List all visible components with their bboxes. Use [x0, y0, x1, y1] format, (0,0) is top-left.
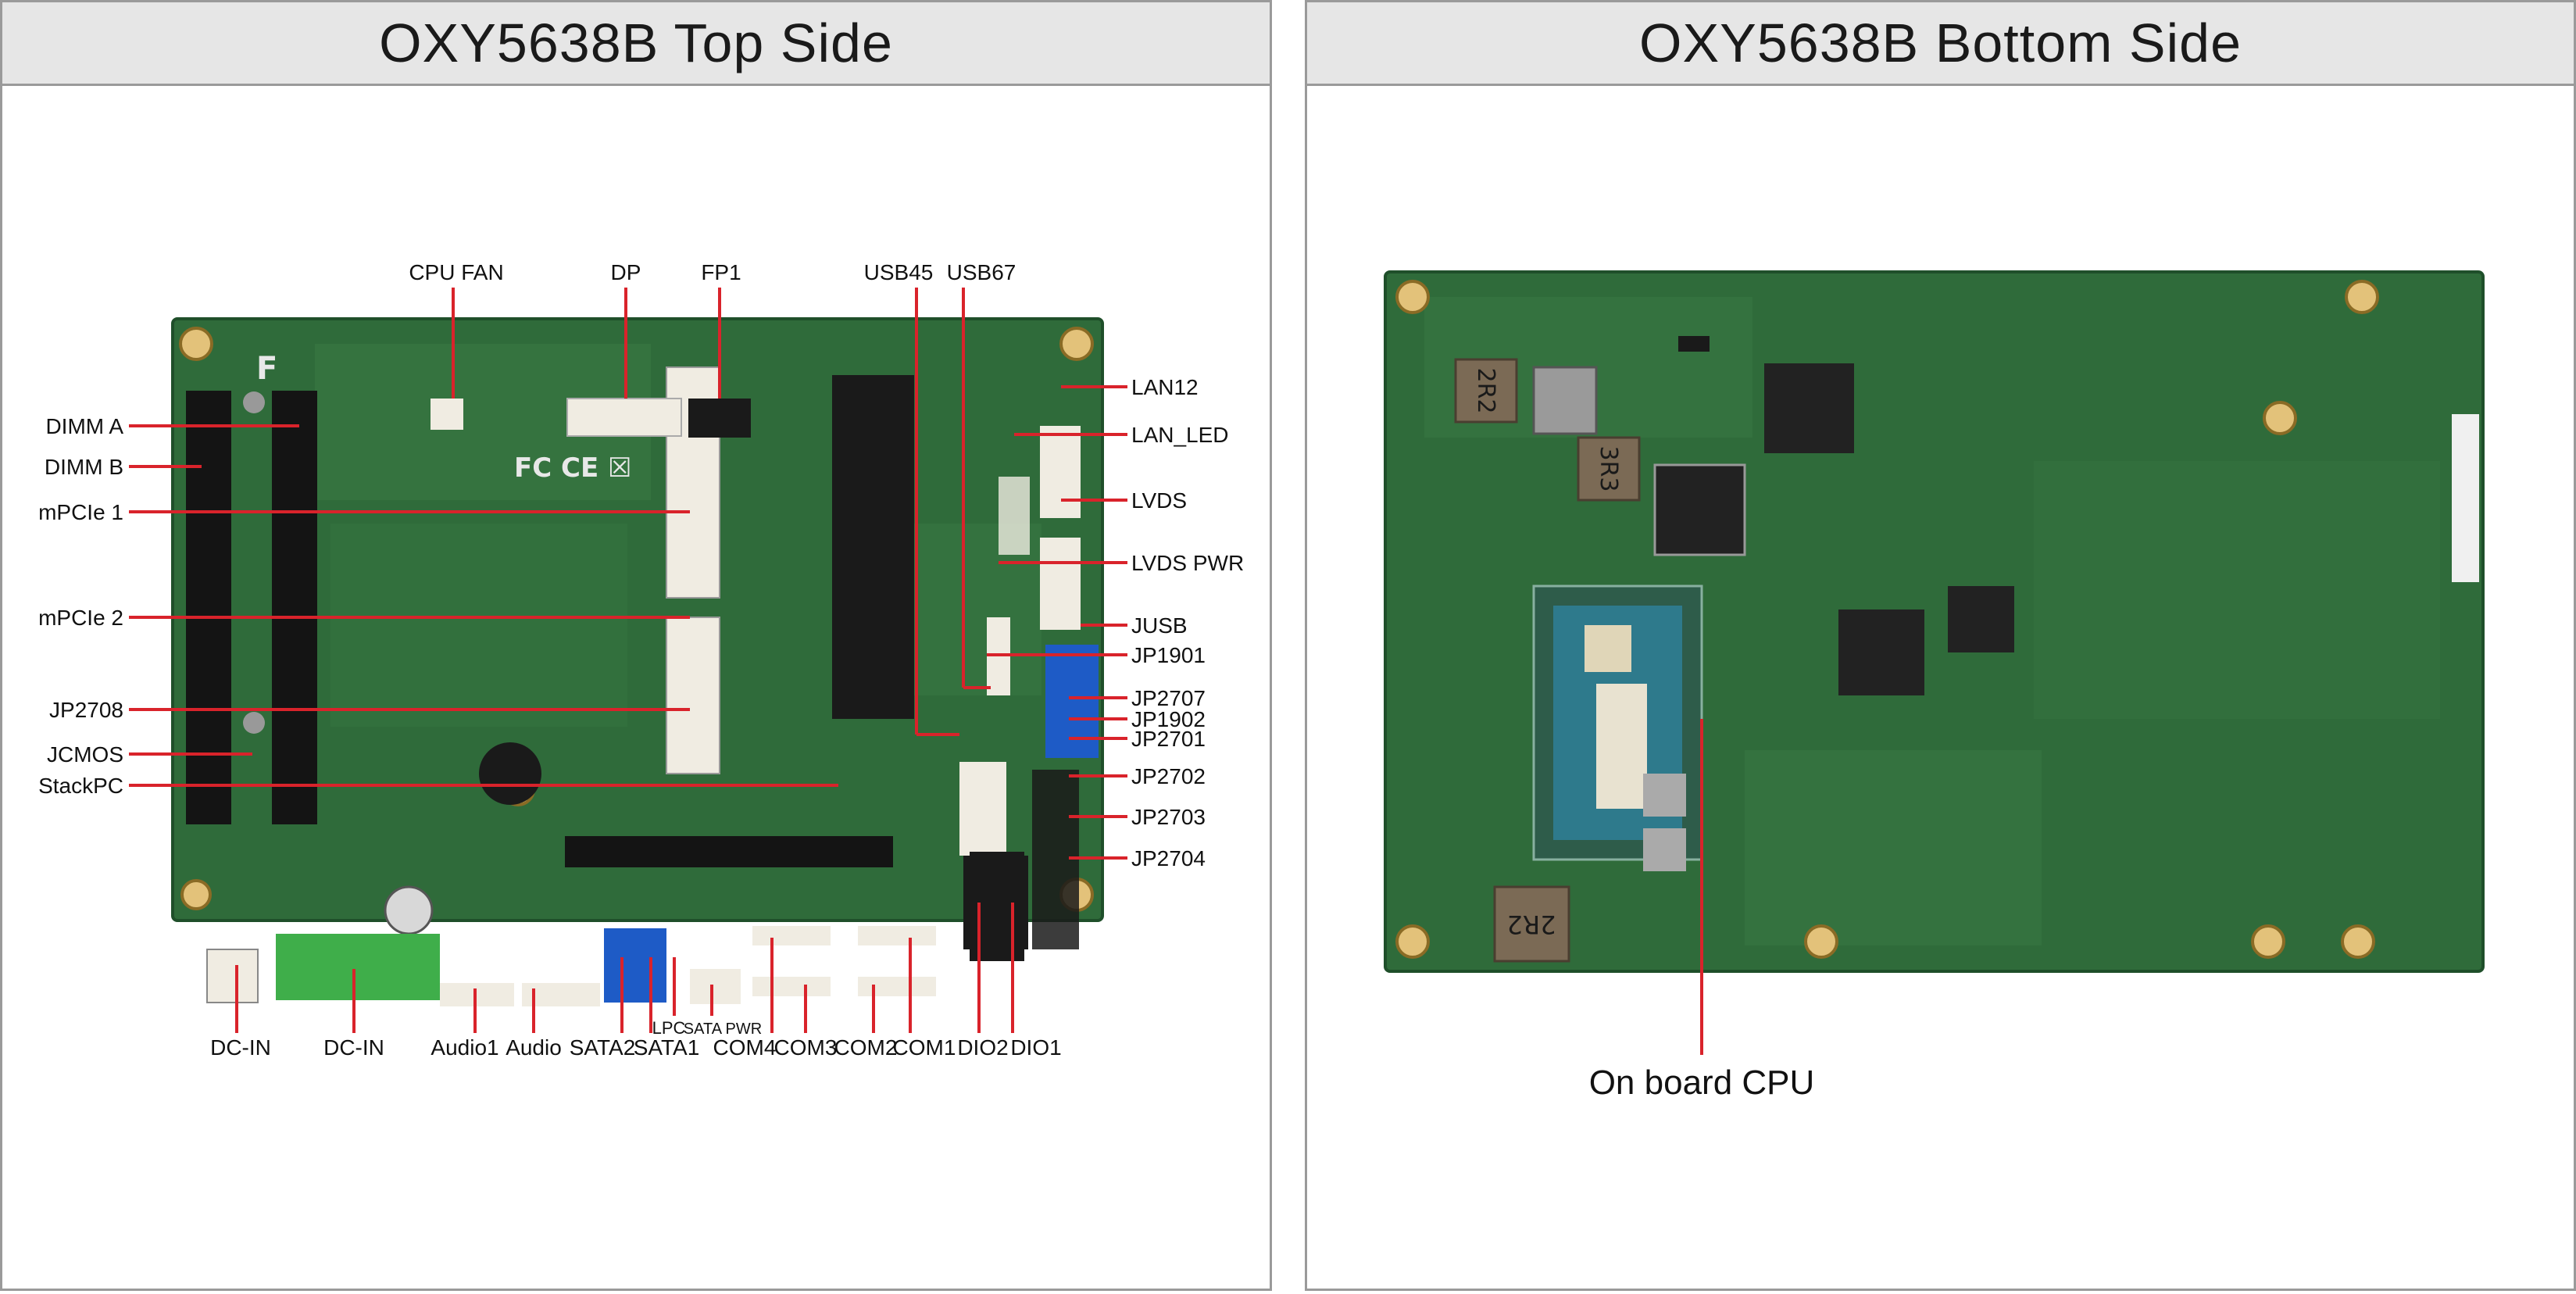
label-jp2702: JP2702 — [1131, 764, 1206, 788]
bottom-board: 2R2 3R3 2R2 — [1384, 270, 2485, 973]
bottom-side-panel: OXY5638B Bottom Side 2R2 3R3 2R2 On boar… — [1305, 0, 2576, 1291]
label-mpcie2: mPCIe 2 — [38, 606, 123, 630]
label-sata2: SATA2 — [570, 1035, 636, 1060]
label-lvds-pwr: LVDS PWR — [1131, 551, 1244, 575]
label-jp2704: JP2704 — [1131, 846, 1206, 870]
label-com3: COM3 — [774, 1035, 838, 1060]
label-jp2703: JP2703 — [1131, 805, 1206, 829]
label-dio2: DIO2 — [957, 1035, 1008, 1060]
label-audio: Audio — [506, 1035, 562, 1060]
label-audio1: Audio1 — [431, 1035, 498, 1060]
label-jusb: JUSB — [1131, 613, 1188, 638]
label-jcmos: JCMOS — [47, 742, 123, 767]
label-fp1: FP1 — [701, 260, 741, 284]
label-com2: COM2 — [834, 1035, 898, 1060]
label-com1: COM1 — [893, 1035, 956, 1060]
label-dcin-1: DC-IN — [210, 1035, 271, 1060]
label-dp: DP — [611, 260, 641, 284]
label-lan-led: LAN_LED — [1131, 423, 1229, 447]
label-dimm-a: DIMM A — [45, 414, 123, 438]
label-mpcie1: mPCIe 1 — [38, 500, 123, 524]
top-side-panel: OXY5638B Top Side F FC CE ☒ CPU FAN DP F… — [0, 0, 1272, 1291]
label-on-board-cpu: On board CPU — [1589, 1063, 1815, 1102]
top-side-diagram: F FC CE ☒ CPU FAN DP FP1 USB45 USB67 DIM… — [38, 260, 1244, 1060]
label-sata1: SATA1 — [634, 1035, 700, 1060]
label-stackpc: StackPC — [38, 774, 123, 798]
inductor-2r2-a: 2R2 — [1472, 367, 1499, 413]
label-jp1901: JP1901 — [1131, 643, 1206, 667]
bottom-side-body: 2R2 3R3 2R2 On board CPU — [1307, 86, 2574, 1289]
bottom-side-diagram: 2R2 3R3 2R2 On board CPU — [1384, 270, 2485, 1102]
label-dcin-2: DC-IN — [323, 1035, 384, 1060]
label-lpc: LPC — [652, 1018, 686, 1038]
label-lan12: LAN12 — [1131, 375, 1199, 399]
label-dio1: DIO1 — [1010, 1035, 1061, 1060]
inductor-2r2-b: 2R2 — [1507, 910, 1556, 939]
label-usb45: USB45 — [864, 260, 934, 284]
label-jp2708: JP2708 — [49, 698, 123, 722]
bottom-side-title: OXY5638B Bottom Side — [1307, 2, 2574, 86]
top-side-title: OXY5638B Top Side — [2, 2, 1270, 86]
label-usb67: USB67 — [947, 260, 1016, 284]
svg-text:FC CE ☒: FC CE ☒ — [514, 452, 632, 484]
label-jp2701: JP2701 — [1131, 727, 1206, 751]
label-cpu-fan: CPU FAN — [409, 260, 503, 284]
top-side-body: F FC CE ☒ CPU FAN DP FP1 USB45 USB67 DIM… — [2, 86, 1270, 1289]
label-dimm-b: DIMM B — [45, 455, 123, 479]
svg-text:F: F — [256, 351, 277, 387]
inductor-3r3: 3R3 — [1595, 445, 1622, 492]
label-com4: COM4 — [713, 1035, 777, 1060]
label-lvds: LVDS — [1131, 488, 1187, 513]
